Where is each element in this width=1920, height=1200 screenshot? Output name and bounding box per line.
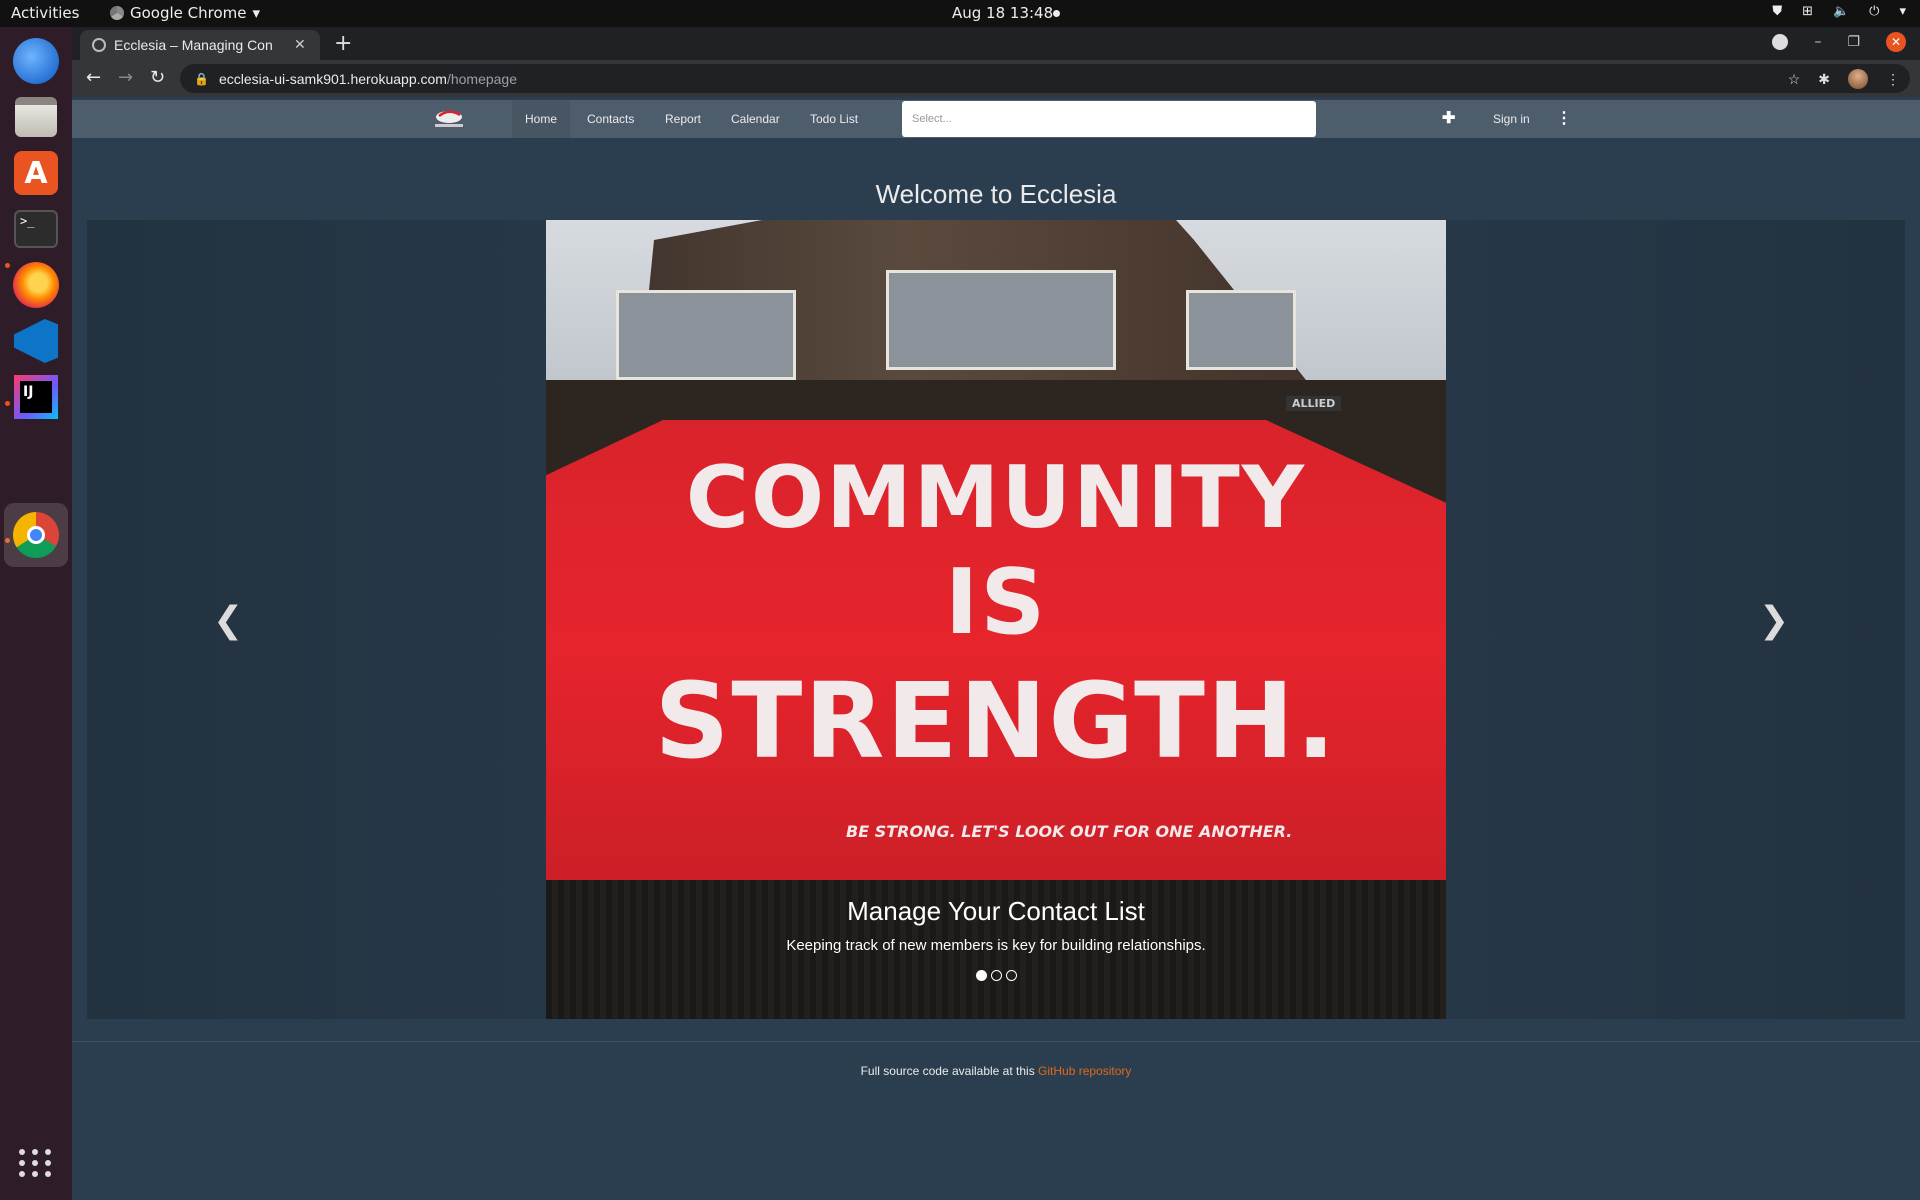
nav-contacts[interactable]: Contacts (574, 100, 647, 138)
shield-icon[interactable]: ⛊ (1772, 4, 1782, 19)
carousel-prev-icon[interactable]: ❮ (213, 600, 243, 641)
system-tray[interactable]: ⛊ ⊞ 🔈 ⏻ ▾ (1772, 4, 1906, 19)
nav-todo-list[interactable]: Todo List (797, 100, 871, 138)
nav-home[interactable]: Home (512, 100, 571, 138)
lock-icon[interactable]: 🔒 (194, 72, 209, 86)
close-tab-icon[interactable]: ✕ (294, 37, 306, 53)
dock-thunderbird[interactable] (10, 35, 62, 87)
firefox-icon (13, 262, 59, 308)
footer-text: Full source code available at this (860, 1064, 1035, 1078)
billboard-sign: ALLIED (1286, 396, 1342, 411)
url-path: /homepage (446, 70, 518, 87)
web-page: Home Contacts Report Calendar Todo List … (72, 97, 1920, 1200)
app-name: Google Chrome (130, 4, 247, 22)
close-window-icon[interactable]: ✕ (1886, 32, 1906, 52)
carousel: ❮ ❯ ALLIED COMMUNITY IS STRENGTH. BE STR… (87, 220, 1905, 1019)
footer-divider (72, 1041, 1920, 1042)
building-window (886, 270, 1116, 370)
power-icon[interactable]: ⏻ (1869, 4, 1879, 19)
page-title: Welcome to Ecclesia (875, 179, 1117, 209)
caret-down-icon: ▾ (252, 4, 261, 22)
add-icon[interactable]: ✚ (1442, 108, 1455, 128)
reload-icon[interactable]: ↻ (150, 67, 165, 88)
chrome-icon (110, 6, 124, 20)
bookmark-star-icon[interactable]: ☆ (1788, 71, 1801, 88)
browser-toolbar: ← → ↻ 🔒 ecclesia-ui-samk901.herokuapp.co… (72, 60, 1920, 97)
dock-software[interactable]: A (10, 147, 62, 199)
nav-calendar[interactable]: Calendar (718, 100, 793, 138)
dock-chrome[interactable] (4, 503, 68, 567)
url-host: ecclesia-ui-samk901.herokuapp.com (218, 70, 447, 87)
carousel-slide: ALLIED COMMUNITY IS STRENGTH. BE STRONG.… (546, 220, 1446, 1019)
globe-icon (92, 38, 106, 52)
tab-strip: Ecclesia – Managing Con ✕ + – ❐ ✕ (72, 27, 1920, 60)
carousel-next-icon[interactable]: ❯ (1759, 600, 1789, 641)
building-window (616, 290, 796, 380)
show-apps-button[interactable] (10, 1137, 62, 1189)
carousel-indicator-3[interactable] (1005, 970, 1017, 981)
footer: Full source code available at this GitHu… (72, 1064, 1920, 1078)
network-icon[interactable]: ⊞ (1802, 4, 1813, 19)
activities-button[interactable]: Activities (11, 4, 79, 22)
terminal-icon: >_ (14, 210, 58, 248)
tab-ecclesia[interactable]: Ecclesia – Managing Con ✕ (80, 30, 320, 60)
billboard-line-3: STRENGTH. (654, 660, 1338, 782)
notification-dot (1053, 10, 1060, 17)
new-tab-button[interactable]: + (334, 31, 352, 56)
billboard-tagline: BE STRONG. LET'S LOOK OUT FOR ONE ANOTHE… (846, 822, 1293, 841)
dock: A >_ IJ (0, 27, 72, 1200)
dock-files[interactable] (10, 91, 62, 143)
address-bar[interactable]: 🔒 ecclesia-ui-samk901.herokuapp.com/home… (180, 64, 1910, 93)
sign-in-link[interactable]: Sign in (1480, 100, 1543, 138)
billboard-line-2: IS (944, 550, 1048, 655)
forward-icon[interactable]: → (118, 67, 133, 88)
tab-search-icon[interactable] (1772, 34, 1789, 50)
extensions-icon[interactable]: ✱ (1818, 71, 1830, 88)
dock-intellij[interactable]: IJ (10, 371, 62, 423)
window-controls: – ❐ ✕ (1772, 32, 1906, 52)
dock-vscode[interactable] (10, 315, 62, 367)
restore-icon[interactable]: ❐ (1847, 34, 1860, 50)
nav-report[interactable]: Report (652, 100, 714, 138)
menu-kebab-icon[interactable]: ⋮ (1886, 71, 1900, 88)
caption-title: Manage Your Contact List (847, 896, 1145, 926)
dock-terminal[interactable]: >_ (10, 203, 62, 255)
tab-title: Ecclesia – Managing Con (114, 37, 273, 53)
dock-firefox[interactable] (10, 259, 62, 311)
clock[interactable]: Aug 18 13:48 (952, 4, 1053, 22)
carousel-indicator-2[interactable] (990, 970, 1002, 981)
vscode-icon (14, 319, 58, 363)
thunderbird-icon (13, 38, 59, 84)
intellij-icon: IJ (14, 375, 58, 419)
chrome-icon (13, 512, 59, 558)
search-select[interactable]: Select... (902, 101, 1316, 137)
building-window (1186, 290, 1296, 370)
more-options-icon[interactable]: ⋮ (1556, 108, 1572, 128)
ecclesia-logo[interactable] (427, 108, 471, 130)
software-store-icon: A (14, 151, 58, 195)
volume-icon[interactable]: 🔈 (1833, 4, 1849, 19)
carousel-indicator-1[interactable] (975, 970, 987, 981)
caption-text: Keeping track of new members is key for … (786, 937, 1206, 954)
carousel-indicators (546, 970, 1446, 981)
app-menu[interactable]: Google Chrome ▾ (110, 4, 260, 22)
site-navbar: Home Contacts Report Calendar Todo List … (72, 100, 1920, 138)
app-grid-icon (19, 1149, 53, 1177)
github-link[interactable]: GitHub repository (1038, 1064, 1131, 1078)
profile-avatar[interactable] (1848, 69, 1868, 89)
caret-down-icon[interactable]: ▾ (1899, 4, 1906, 19)
billboard-line-1: COMMUNITY (685, 448, 1307, 548)
minimize-icon[interactable]: – (1814, 34, 1821, 50)
files-icon (15, 97, 57, 137)
back-icon[interactable]: ← (86, 67, 101, 88)
system-top-bar: Activities Google Chrome ▾ Aug 18 13:48 … (0, 0, 1920, 27)
